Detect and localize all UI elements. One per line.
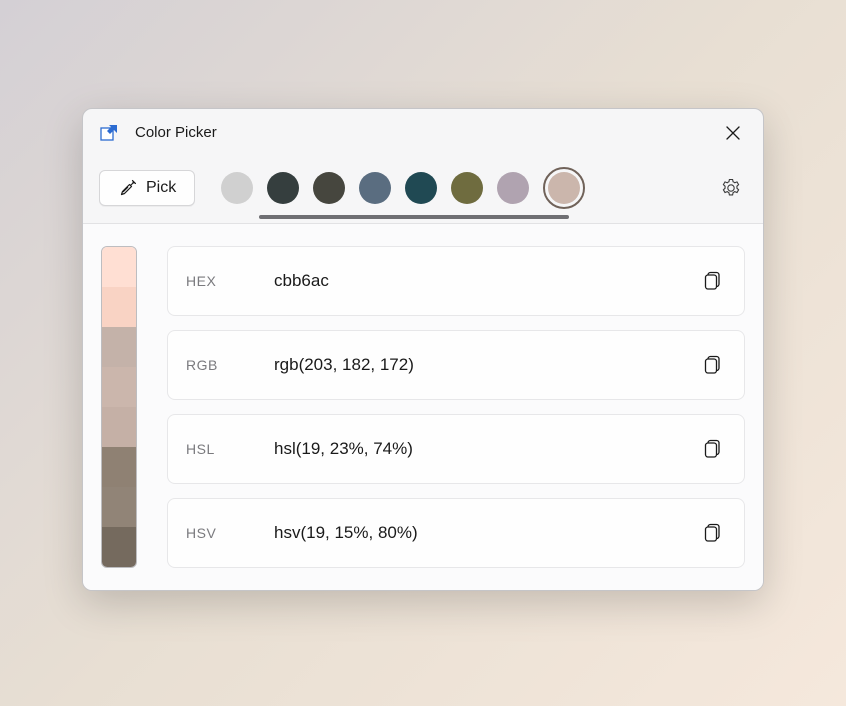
content-area: HEX cbb6ac RGB rgb(203, 182, 172)	[83, 224, 763, 590]
copy-button-hex[interactable]	[698, 267, 726, 295]
shade-5[interactable]	[102, 447, 136, 487]
window-title: Color Picker	[135, 124, 217, 141]
format-label: RGB	[186, 357, 274, 373]
pick-button[interactable]: Pick	[99, 170, 195, 206]
shade-column	[101, 246, 137, 568]
copy-button-rgb[interactable]	[698, 351, 726, 379]
close-icon	[726, 126, 740, 140]
copy-icon	[704, 355, 721, 375]
format-label: HSV	[186, 525, 274, 541]
shade-6[interactable]	[102, 487, 136, 527]
format-row-hsl[interactable]: HSL hsl(19, 23%, 74%)	[167, 414, 745, 484]
format-value: rgb(203, 182, 172)	[274, 355, 698, 375]
swatch-selected[interactable]	[543, 167, 585, 209]
app-icon	[99, 123, 119, 143]
swatch-selected-inner	[548, 172, 580, 204]
color-picker-window: Color Picker Pick	[82, 108, 764, 591]
swatch-row	[221, 167, 695, 209]
swatch-2[interactable]	[313, 172, 345, 204]
swatch-scrollbar[interactable]	[259, 215, 569, 219]
shade-2[interactable]	[102, 327, 136, 367]
swatch-6[interactable]	[497, 172, 529, 204]
settings-button[interactable]	[715, 172, 747, 204]
format-value: hsv(19, 15%, 80%)	[274, 523, 698, 543]
shade-0[interactable]	[102, 247, 136, 287]
format-row-hsv[interactable]: HSV hsv(19, 15%, 80%)	[167, 498, 745, 568]
swatch-4[interactable]	[405, 172, 437, 204]
swatch-0[interactable]	[221, 172, 253, 204]
format-value: hsl(19, 23%, 74%)	[274, 439, 698, 459]
swatch-1[interactable]	[267, 172, 299, 204]
titlebar: Color Picker	[83, 109, 763, 155]
toolbar: Pick	[83, 155, 763, 224]
format-value: cbb6ac	[274, 271, 698, 291]
copy-icon	[704, 271, 721, 291]
gear-icon	[721, 178, 741, 198]
eyedropper-icon	[118, 179, 136, 197]
copy-icon	[704, 523, 721, 543]
shade-7[interactable]	[102, 527, 136, 567]
format-label: HEX	[186, 273, 274, 289]
copy-button-hsv[interactable]	[698, 519, 726, 547]
format-row-hex[interactable]: HEX cbb6ac	[167, 246, 745, 316]
shade-3[interactable]	[102, 367, 136, 407]
copy-icon	[704, 439, 721, 459]
format-label: HSL	[186, 441, 274, 457]
swatch-3[interactable]	[359, 172, 391, 204]
shade-4[interactable]	[102, 407, 136, 447]
shade-1[interactable]	[102, 287, 136, 327]
swatch-5[interactable]	[451, 172, 483, 204]
copy-button-hsl[interactable]	[698, 435, 726, 463]
close-button[interactable]	[719, 119, 747, 147]
format-row-rgb[interactable]: RGB rgb(203, 182, 172)	[167, 330, 745, 400]
pick-button-label: Pick	[146, 179, 176, 197]
formats-list: HEX cbb6ac RGB rgb(203, 182, 172)	[167, 246, 745, 568]
